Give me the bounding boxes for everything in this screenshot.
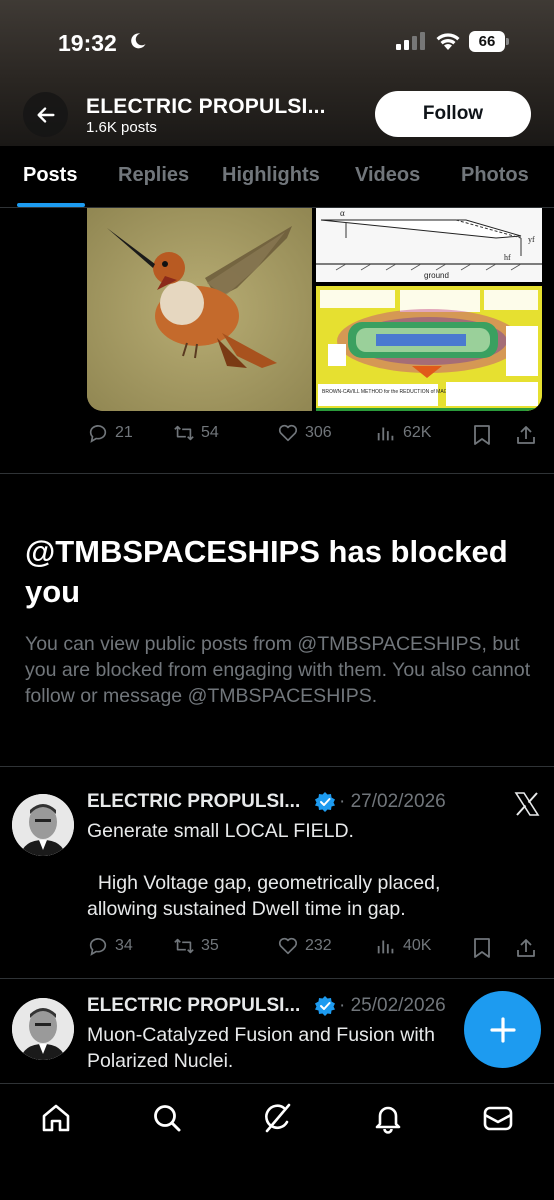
post-date: · 27/02/2026 — [339, 791, 446, 812]
divider — [0, 473, 554, 474]
notifications-icon[interactable] — [372, 1102, 404, 1134]
plus-icon — [489, 1016, 516, 1043]
verified-badge-icon — [315, 792, 335, 812]
diagram-yf-label: yf — [528, 235, 535, 244]
heart-icon — [278, 424, 298, 442]
post-text: Generate small LOCAL FIELD. High Voltage… — [87, 820, 441, 920]
battery-tip — [506, 38, 509, 45]
like-button[interactable]: 232 — [277, 935, 332, 957]
author-photo — [12, 794, 74, 856]
brown-cavill-poster-image[interactable]: BROWN-CAVILL METHOD for the REDUCTION of… — [316, 286, 542, 411]
tab-videos[interactable]: Videos — [355, 164, 420, 187]
post-media-grid: α yf hf ground BROWN-CAVILL METHOD for t… — [87, 208, 542, 411]
divider — [0, 766, 554, 767]
verified-badge-icon — [315, 996, 335, 1016]
compose-button[interactable] — [464, 991, 541, 1068]
diagram-alpha-label: α — [340, 208, 345, 218]
reply-icon — [89, 425, 107, 443]
author-photo — [12, 998, 74, 1060]
views-count: 40K — [403, 937, 432, 954]
battery-icon: 66 — [469, 31, 509, 52]
moon-icon — [131, 33, 146, 49]
views-chart-icon — [377, 940, 394, 954]
follow-button[interactable]: Follow — [375, 91, 531, 137]
reply-icon — [89, 938, 107, 956]
status-bar: 19:32 66 — [0, 0, 554, 80]
reply-button[interactable]: 21 — [87, 422, 133, 444]
active-tab-indicator — [17, 203, 85, 207]
diagram-ground-label: ground — [424, 271, 449, 280]
post-text: Muon-Catalyzed Fusion and Fusion with Po… — [87, 1024, 441, 1072]
ground-effect-diagram: α yf hf ground — [316, 208, 542, 282]
repost-icon — [174, 425, 194, 441]
reply-count: 21 — [115, 424, 133, 441]
profile-name: ELECTRIC PROPULSI... — [86, 95, 326, 118]
views-button[interactable]: 62K — [375, 422, 431, 444]
home-icon[interactable] — [40, 1102, 72, 1134]
reply-button[interactable]: 34 — [87, 935, 133, 957]
grok-icon[interactable] — [261, 1102, 293, 1134]
avatar[interactable] — [12, 794, 74, 856]
views-button[interactable]: 40K — [375, 935, 431, 957]
tab-posts[interactable]: Posts — [23, 164, 77, 187]
x-logo-icon[interactable] — [514, 791, 540, 817]
cellular-signal-icon — [396, 32, 425, 50]
repost-count: 35 — [201, 937, 219, 954]
profile-post-count: 1.6K posts — [86, 119, 157, 136]
post-author-name[interactable]: ELECTRIC PROPULSI... — [87, 791, 300, 813]
battery-level: 66 — [469, 31, 505, 52]
wifi-icon — [436, 33, 460, 50]
back-button[interactable] — [23, 92, 68, 137]
like-count: 232 — [305, 937, 332, 954]
status-time: 19:32 — [58, 30, 117, 56]
bookmark-icon[interactable] — [472, 424, 492, 446]
divider — [0, 978, 554, 979]
profile-tabs: Posts Replies Highlights Videos Photos — [0, 146, 554, 208]
bookmark-icon[interactable] — [472, 937, 492, 959]
diagram-hf-label: hf — [504, 253, 511, 262]
views-count: 62K — [403, 424, 432, 441]
tab-photos[interactable]: Photos — [461, 164, 529, 187]
repost-button[interactable]: 35 — [173, 935, 219, 957]
airfoil-diagram-image[interactable]: α yf hf ground — [316, 208, 542, 282]
messages-icon[interactable] — [482, 1102, 514, 1134]
reply-count: 34 — [115, 937, 133, 954]
poster-illustration: BROWN-CAVILL METHOD for the REDUCTION of… — [316, 286, 542, 411]
hummingbird-illustration — [87, 208, 312, 411]
like-count: 306 — [305, 424, 332, 441]
post-author-name[interactable]: ELECTRIC PROPULSI... — [87, 995, 300, 1017]
tab-highlights[interactable]: Highlights — [222, 164, 320, 187]
tab-replies[interactable]: Replies — [118, 164, 189, 187]
repost-button[interactable]: 54 — [173, 422, 219, 444]
share-icon[interactable] — [515, 424, 537, 446]
post-actions: 34 35 232 40K — [87, 935, 542, 963]
views-chart-icon — [377, 427, 394, 441]
blocked-title: @TMBSPACESHIPS has blocked you — [25, 534, 508, 609]
back-arrow-icon — [36, 106, 55, 123]
post-date: · 25/02/2026 — [339, 995, 446, 1016]
search-icon[interactable] — [151, 1102, 183, 1134]
avatar[interactable] — [12, 998, 74, 1060]
like-button[interactable]: 306 — [277, 422, 332, 444]
heart-icon — [278, 937, 298, 955]
repost-icon — [174, 938, 194, 954]
bottom-navigation — [0, 1083, 554, 1200]
post-actions: 21 54 306 62K — [87, 422, 542, 450]
blocked-description: You can view public posts from @TMBSPACE… — [25, 633, 531, 707]
repost-count: 54 — [201, 424, 219, 441]
share-icon[interactable] — [515, 937, 537, 959]
hummingbird-image[interactable] — [87, 208, 312, 411]
